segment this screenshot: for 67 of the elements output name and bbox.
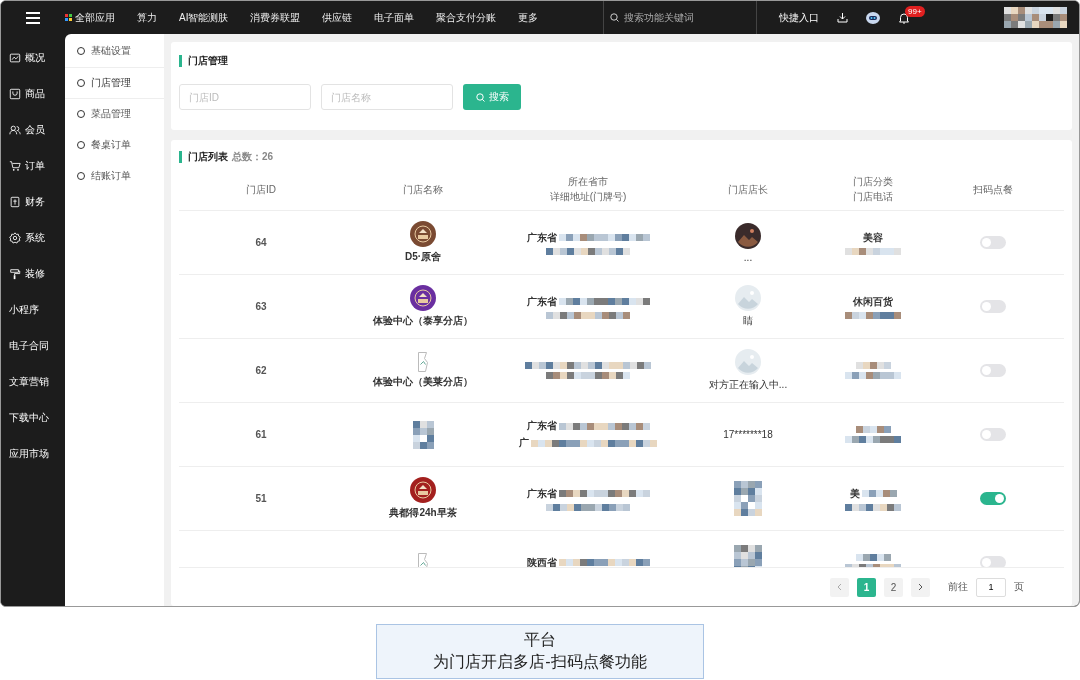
search-field[interactable]: 搜索功能关键词 [624, 12, 744, 23]
address-text: 陕西省 [526, 555, 557, 567]
category-text: 美 [849, 486, 860, 501]
column-header: 扫码点餐 [973, 182, 1013, 197]
manager-name: ... [743, 251, 753, 263]
sidebar-item[interactable]: 文章营销 [9, 375, 49, 389]
nav-link[interactable]: 聚合支付分账 [436, 10, 497, 25]
sidebar-item[interactable]: 下载中心 [9, 411, 49, 425]
column-header: 所在省市 [568, 175, 608, 189]
submenu-item[interactable]: 餐桌订单 [65, 130, 164, 161]
notification-badge: 99+ [905, 5, 925, 17]
submenu-item[interactable]: 基础设置 [65, 36, 164, 67]
sidebar-item[interactable]: 电子合同 [9, 339, 49, 353]
table-cell: 63 [255, 301, 267, 312]
goto-label: 前往 [948, 580, 968, 594]
address-text: 广东省 [526, 294, 557, 309]
manager-name: 睛 [743, 314, 753, 328]
column-header: 门店ID [246, 182, 276, 197]
submenu-item[interactable]: 菜品管理 [65, 99, 164, 130]
caption-text: 平台 为门店开启多店-扫码点餐功能 [376, 624, 704, 679]
nav-link[interactable]: 算力 [137, 10, 157, 25]
nav-link[interactable]: 电子面单 [374, 10, 415, 25]
store-name: 典都得24h早茶 [389, 506, 457, 520]
sidebar-item[interactable]: 装修 [25, 267, 45, 281]
nav-link[interactable]: 更多 [518, 10, 539, 25]
manager-name: 对方正在输入中... [708, 378, 788, 392]
table-cell: 64 [255, 237, 267, 248]
column-header: 详细地址(门牌号) [549, 190, 627, 204]
shortcut-link[interactable]: 快捷入口 [779, 10, 819, 25]
category-text: 休闲百货 [853, 294, 893, 309]
column-header: 门店分类 [853, 175, 893, 189]
manager-name: 17*******18 [723, 429, 773, 440]
sidebar-item[interactable]: 应用市场 [9, 447, 49, 461]
column-header: 门店店长 [728, 182, 768, 197]
table-cell: 51 [255, 493, 267, 504]
column-header: 门店电话 [853, 190, 893, 204]
store-name: 体验中心（泰享分店） [373, 314, 473, 328]
nav-link[interactable]: 供应链 [322, 10, 353, 25]
page-input[interactable]: 1 [976, 577, 1006, 597]
total-count: 总数：26 [232, 150, 274, 164]
address-text: 广东省 [526, 486, 557, 501]
table-cell: 61 [255, 429, 267, 440]
sidebar-item[interactable]: 系统 [25, 231, 45, 245]
section-title: 门店管理 [188, 54, 228, 68]
table-cell: 62 [255, 365, 267, 376]
store-name: D5·原舍 [404, 250, 442, 264]
page-suffix: 页 [1014, 580, 1024, 594]
nav-link[interactable]: AI智能测肤 [179, 10, 229, 25]
category-text: 美容 [863, 230, 883, 245]
input-field[interactable]: 门店ID [179, 84, 311, 110]
column-header: 门店名称 [403, 182, 443, 197]
sidebar-item[interactable]: 会员 [25, 123, 45, 137]
address-text: 广东省 [526, 230, 557, 245]
sidebar-item[interactable]: 概况 [25, 51, 45, 65]
nav-link[interactable]: 消费券联盟 [250, 10, 301, 25]
submenu-item[interactable]: 结账订单 [65, 161, 164, 192]
section-title: 门店列表 [188, 150, 228, 164]
sidebar-item[interactable]: 小程序 [9, 303, 39, 317]
address-text: 广东省 [526, 419, 557, 433]
store-name: 体验中心（美莱分店） [373, 375, 473, 389]
page-button[interactable]: 2 [884, 577, 903, 597]
sidebar-item[interactable]: 订单 [25, 159, 45, 173]
address-text: 广 [519, 436, 529, 450]
sidebar-item[interactable]: 财务 [25, 195, 45, 209]
sidebar-item[interactable]: 商品 [25, 87, 45, 101]
input-field[interactable]: 门店名称 [321, 84, 453, 110]
nav-link[interactable]: 全部应用 [75, 10, 115, 25]
